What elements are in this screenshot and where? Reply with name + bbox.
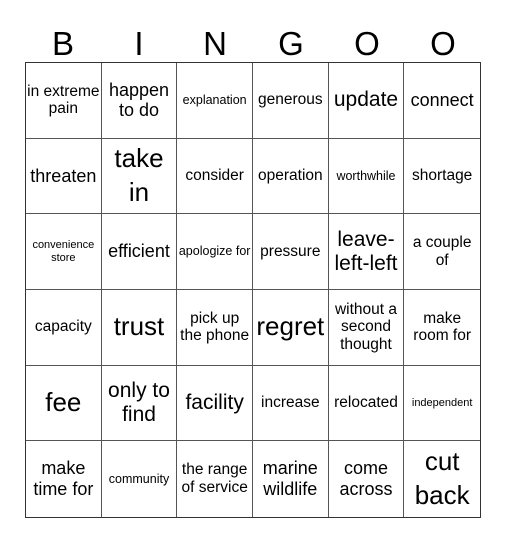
bingo-cell-text: make time for: [33, 458, 94, 500]
bingo-cell[interactable]: facility: [177, 365, 253, 442]
bingo-cell[interactable]: efficient: [101, 214, 178, 290]
bingo-cell-text: leave-left-left: [334, 227, 398, 275]
bingo-cell-text: happen to do: [108, 79, 170, 121]
bingo-cell[interactable]: community: [102, 441, 178, 517]
bingo-cell-text: apologize for: [178, 244, 251, 259]
bingo-cell-text: community: [108, 471, 170, 486]
header-letter: O: [354, 25, 380, 62]
bingo-cell[interactable]: capacity: [26, 289, 102, 366]
bingo-cell-text: trust: [113, 311, 165, 342]
bingo-cell[interactable]: without a second thought: [328, 289, 405, 366]
bingo-cell-text: fee: [45, 387, 82, 418]
bingo-cell[interactable]: marine wildlife: [253, 441, 329, 517]
bingo-cell-text: marine wildlife: [262, 458, 318, 500]
bingo-cell[interactable]: trust: [101, 289, 178, 366]
bingo-cell-text: pressure: [260, 242, 321, 260]
bingo-cell[interactable]: increase: [252, 365, 329, 442]
bingo-cell[interactable]: pick up the phone: [177, 289, 253, 366]
bingo-cell-text: without a second thought: [334, 300, 398, 354]
bingo-cell[interactable]: make room for: [404, 290, 480, 366]
bingo-cell[interactable]: regret: [252, 289, 329, 366]
bingo-cell[interactable]: leave-left-left: [328, 214, 405, 290]
bingo-cell-text: take in: [114, 143, 164, 207]
bingo-cell[interactable]: cut back: [404, 441, 480, 517]
bingo-cell[interactable]: the range of service: [177, 441, 253, 517]
header-letter: O: [430, 25, 456, 62]
bingo-cell[interactable]: shortage: [404, 139, 480, 215]
bingo-cell[interactable]: fee: [26, 365, 102, 442]
bingo-cell-text: efficient: [108, 241, 170, 262]
bingo-cell-text: facility: [185, 390, 244, 414]
bingo-cell[interactable]: operation: [252, 138, 329, 215]
header-letter: N: [203, 25, 227, 62]
bingo-cell[interactable]: relocated: [328, 365, 405, 442]
header-letter: I: [134, 25, 144, 62]
bingo-cell-text: explanation: [182, 93, 247, 108]
bingo-cell-text: the range of service: [181, 461, 248, 497]
bingo-cell-text: cut back: [414, 446, 470, 511]
bingo-cell[interactable]: take in: [101, 138, 178, 215]
bingo-cell[interactable]: only to find: [101, 365, 178, 442]
bingo-cell-text: pick up the phone: [180, 309, 250, 345]
bingo-cell[interactable]: come across: [329, 441, 405, 517]
bingo-cell-text: convenience store: [32, 239, 95, 264]
bingo-cell[interactable]: explanation: [177, 63, 253, 139]
bingo-cell[interactable]: consider: [177, 138, 253, 215]
bingo-cell-text: connect: [410, 89, 474, 110]
bingo-cell-text: operation: [258, 167, 323, 185]
bingo-cell[interactable]: update: [328, 63, 405, 139]
bingo-cell-text: come across: [339, 458, 393, 500]
bingo-cell-text: capacity: [34, 318, 92, 336]
bingo-cell-text: relocated: [334, 394, 398, 412]
bingo-cell[interactable]: pressure: [252, 214, 329, 290]
bingo-cell-text: shortage: [411, 167, 473, 185]
bingo-cell-text: generous: [258, 91, 323, 109]
bingo-cell[interactable]: connect: [404, 63, 480, 139]
bingo-cell[interactable]: threaten: [26, 138, 102, 215]
header-letter: G: [278, 25, 304, 62]
bingo-cell-text: only to find: [108, 378, 170, 426]
bingo-cell-text: threaten: [30, 165, 97, 186]
bingo-cell-text: increase: [261, 394, 320, 412]
bingo-cell-text: in extreme pain: [27, 82, 100, 118]
bingo-cell[interactable]: in extreme pain: [26, 63, 102, 139]
bingo-cell[interactable]: generous: [252, 63, 329, 139]
bingo-cell[interactable]: a couple of: [404, 214, 480, 290]
bingo-cell-text: regret: [256, 311, 325, 342]
bingo-cell-text: independent: [411, 396, 473, 409]
header-letter: B: [51, 25, 74, 62]
bingo-cell[interactable]: happen to do: [101, 63, 178, 139]
bingo-cell-text: worthwhile: [336, 168, 396, 183]
bingo-cell-text: a couple of: [412, 233, 472, 269]
bingo-cell[interactable]: apologize for: [177, 214, 253, 290]
bingo-header: B I N G O O: [25, 24, 481, 64]
bingo-board: in extreme pain happen to do explanation ge…: [25, 62, 481, 518]
bingo-cell-text: make room for: [413, 309, 472, 345]
bingo-cell[interactable]: make time for: [26, 441, 102, 517]
bingo-cell-text: update: [333, 88, 399, 112]
bingo-cell[interactable]: worthwhile: [328, 138, 405, 215]
bingo-cell[interactable]: convenience store: [26, 214, 102, 290]
bingo-cell[interactable]: independent: [404, 366, 480, 442]
bingo-cell-text: consider: [185, 167, 244, 185]
